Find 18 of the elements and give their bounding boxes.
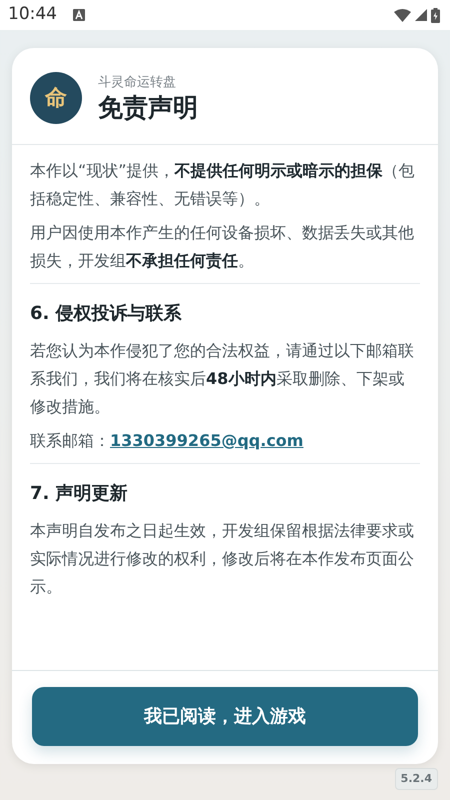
paragraph: 用户因使用本作产生的任何设备损坏、数据丢失或其他损失，开发组不承担任何责任。 — [30, 222, 415, 272]
enter-game-button[interactable]: 我已阅读，进入游戏 — [32, 686, 418, 746]
battery-icon — [431, 8, 440, 22]
signal-icon — [415, 9, 427, 21]
status-time: 10:44 — [8, 3, 57, 26]
version-label: 5.2.4 — [394, 768, 438, 790]
notification-icon — [73, 9, 85, 21]
app-name: 斗灵命运转盘 — [98, 74, 177, 92]
section-heading: 7. 声明更新 — [30, 482, 129, 506]
section-heading: 6. 侵权投诉与联系 — [30, 302, 183, 326]
email-link[interactable]: 1330399265@qq.com — [110, 427, 304, 455]
wifi-icon — [394, 8, 411, 22]
paragraph: 本声明自发布之日起生效，开发组保留根据法律要求或实际情况进行修改的权利，修改后将在本作发布页面公示。 — [30, 520, 415, 598]
paragraph: 本作以“现状”提供，不提供任何明示或暗示的担保（包括稳定性、兼容性、无错误等）。 — [30, 160, 416, 210]
paragraph: 若您认为本作侵犯了您的合法权益，请通过以下邮箱联系我们，我们将在核实后48小时内采取删除、下架或修改措施。 — [30, 340, 415, 418]
contact-label: 联系邮箱： — [30, 430, 110, 452]
dialog-title: 免责声明 — [98, 92, 198, 123]
app-logo: 命 — [30, 72, 82, 124]
